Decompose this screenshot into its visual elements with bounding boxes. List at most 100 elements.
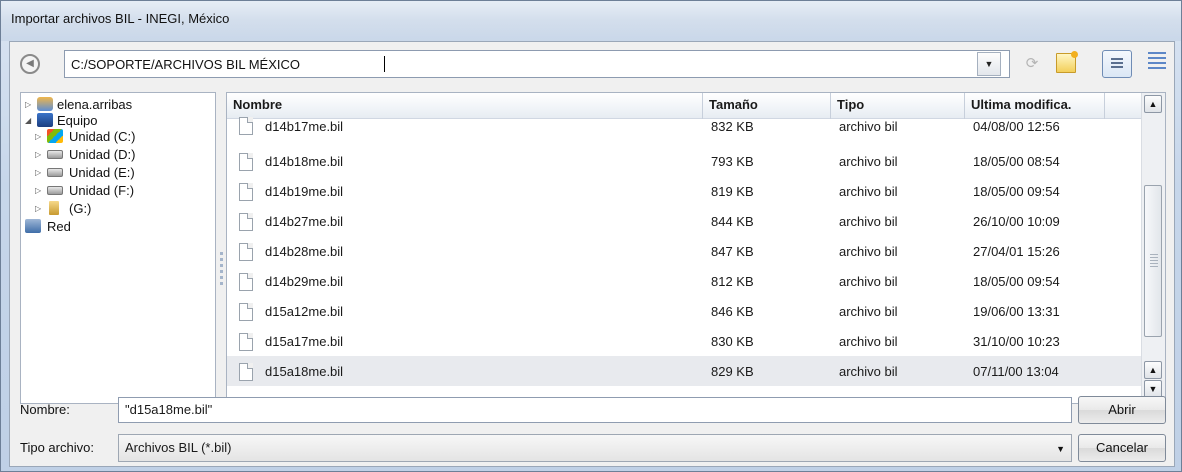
column-header-modified[interactable]: Ultima modifica. [965,93,1105,119]
scrollbar-thumb[interactable] [1144,185,1162,337]
table-row[interactable]: d15a17me.bil 830 KB archivo bil 31/10/00… [227,326,1141,356]
tree-item-label: Equipo [57,113,98,128]
file-size: 793 KB [711,154,754,169]
refresh-icon[interactable]: ⟳ [1022,54,1042,74]
table-row-selected[interactable]: d15a18me.bil 829 KB archivo bil 07/11/00… [227,356,1141,386]
path-dropdown-button[interactable]: ▼ [977,52,1001,76]
vertical-scrollbar[interactable]: ▲ ▲ ▼ [1141,93,1165,403]
file-type-value: Archivos BIL (*.bil) [125,440,232,455]
tree-item-label: Unidad (F:) [69,183,135,198]
column-header-size[interactable]: Tamaño [703,93,831,119]
file-type: archivo bil [839,244,898,259]
file-size: 844 KB [711,214,754,229]
tree-item-drive-g[interactable]: ▷ (G:) [35,201,205,217]
table-row[interactable]: d14b28me.bil 847 KB archivo bil 27/04/01… [227,236,1141,266]
file-modified: 18/05/00 09:54 [973,274,1060,289]
tree-item-red[interactable]: Red [25,219,205,235]
grip-icon [1150,254,1158,268]
column-header-name[interactable]: Nombre [227,93,703,119]
tree-item-label: Unidad (E:) [69,165,135,180]
expand-icon[interactable]: ▷ [35,183,41,199]
column-header-type[interactable]: Tipo [831,93,965,119]
usb-drive-icon [49,201,59,215]
details-view-icon[interactable] [1148,52,1166,72]
tree-item-user[interactable]: ▷ elena.arribas [25,97,205,113]
file-type: archivo bil [839,364,898,379]
pane-splitter[interactable] [218,252,224,298]
file-modified: 04/08/00 12:56 [973,119,1060,134]
expand-icon[interactable]: ▷ [35,129,41,145]
file-dialog-window: Importar archivos BIL - INEGI, México ◀ … [0,0,1182,472]
computer-icon [37,113,53,127]
path-input[interactable]: C:/SOPORTE/ARCHIVOS BIL MÉXICO ▼ [64,50,1010,78]
new-folder-icon[interactable] [1056,51,1078,73]
file-name-input[interactable]: "d15a18me.bil" [118,397,1072,423]
file-type-select[interactable]: Archivos BIL (*.bil) ▼ [118,434,1072,462]
file-icon [239,117,253,135]
tree-item-drive-f[interactable]: ▷ Unidad (F:) [35,183,205,199]
file-name: d14b29me.bil [265,274,344,289]
file-size: 847 KB [711,244,754,259]
file-type: archivo bil [839,214,898,229]
back-icon[interactable]: ◀ [20,54,40,74]
table-row[interactable]: d14b18me.bil 793 KB archivo bil 18/05/00… [227,146,1141,176]
tree-item-drive-d[interactable]: ▷ Unidad (D:) [35,147,205,163]
tree-item-equipo[interactable]: ◢ Equipo [25,113,205,129]
file-modified: 18/05/00 08:54 [973,154,1060,169]
collapse-icon[interactable]: ◢ [25,113,31,129]
file-icon [239,183,253,201]
drive-icon [47,168,63,177]
file-size: 812 KB [711,274,754,289]
table-row[interactable]: d14b19me.bil 819 KB archivo bil 18/05/00… [227,176,1141,206]
tree-item-label: Unidad (D:) [69,147,136,162]
file-type: archivo bil [839,274,898,289]
file-modified: 19/06/00 13:31 [973,304,1060,319]
toolbar: ◀ C:/SOPORTE/ARCHIVOS BIL MÉXICO ▼ ⟳ [10,42,1174,86]
tree-item-drive-c[interactable]: ▷ Unidad (C:) [35,129,205,145]
tree-item-label: elena.arribas [57,97,133,112]
file-type: archivo bil [839,304,898,319]
folder-tree[interactable]: ▷ elena.arribas ◢ Equipo ▷ Unidad (C:) ▷… [20,92,216,404]
window-title: Importar archivos BIL - INEGI, México [11,11,230,26]
list-view-button[interactable] [1102,50,1132,78]
expand-icon[interactable]: ▷ [25,97,31,113]
table-row[interactable]: d14b17me.bil 832 KB archivo bil 04/08/00… [227,117,1141,137]
user-folder-icon [37,97,53,111]
file-name: d14b19me.bil [265,184,344,199]
dialog-body: ◀ C:/SOPORTE/ARCHIVOS BIL MÉXICO ▼ ⟳ ▷ e… [9,41,1175,467]
tree-item-label: Unidad (C:) [69,129,136,144]
tree-item-drive-e[interactable]: ▷ Unidad (E:) [35,165,205,181]
file-modified: 27/04/01 15:26 [973,244,1060,259]
file-name: d15a18me.bil [265,364,344,379]
expand-icon[interactable]: ▷ [35,147,41,163]
open-button[interactable]: Abrir [1078,396,1166,424]
file-size: 829 KB [711,364,754,379]
expand-icon[interactable]: ▷ [35,201,41,217]
table-row[interactable]: d15a12me.bil 846 KB archivo bil 19/06/00… [227,296,1141,326]
expand-icon[interactable]: ▷ [35,165,41,181]
file-icon [239,243,253,261]
file-modified: 26/10/00 10:09 [973,214,1060,229]
file-size: 830 KB [711,334,754,349]
file-modified: 07/11/00 13:04 [973,364,1059,379]
table-row[interactable]: d14b29me.bil 812 KB archivo bil 18/05/00… [227,266,1141,296]
text-caret [384,56,385,72]
table-row[interactable]: d14b27me.bil 844 KB archivo bil 26/10/00… [227,206,1141,236]
file-list[interactable]: Nombre Tamaño Tipo Ultima modifica. d14b… [226,92,1166,404]
scroll-up-icon[interactable]: ▲ [1144,361,1162,379]
chevron-down-icon[interactable]: ▼ [1056,444,1065,454]
system-drive-icon [47,129,63,143]
file-type: archivo bil [839,154,898,169]
file-type-label: Tipo archivo: [20,440,94,455]
cancel-button[interactable]: Cancelar [1078,434,1166,462]
file-name: d15a17me.bil [265,334,344,349]
file-modified: 31/10/00 10:23 [973,334,1060,349]
column-header-row: Nombre Tamaño Tipo Ultima modifica. [227,93,1141,119]
title-bar[interactable]: Importar archivos BIL - INEGI, México [1,1,1181,41]
scroll-up-icon[interactable]: ▲ [1144,95,1162,113]
file-type: archivo bil [839,184,898,199]
file-name: d14b27me.bil [265,214,344,229]
name-label: Nombre: [20,402,70,417]
file-icon [239,153,253,171]
drive-icon [47,150,63,159]
